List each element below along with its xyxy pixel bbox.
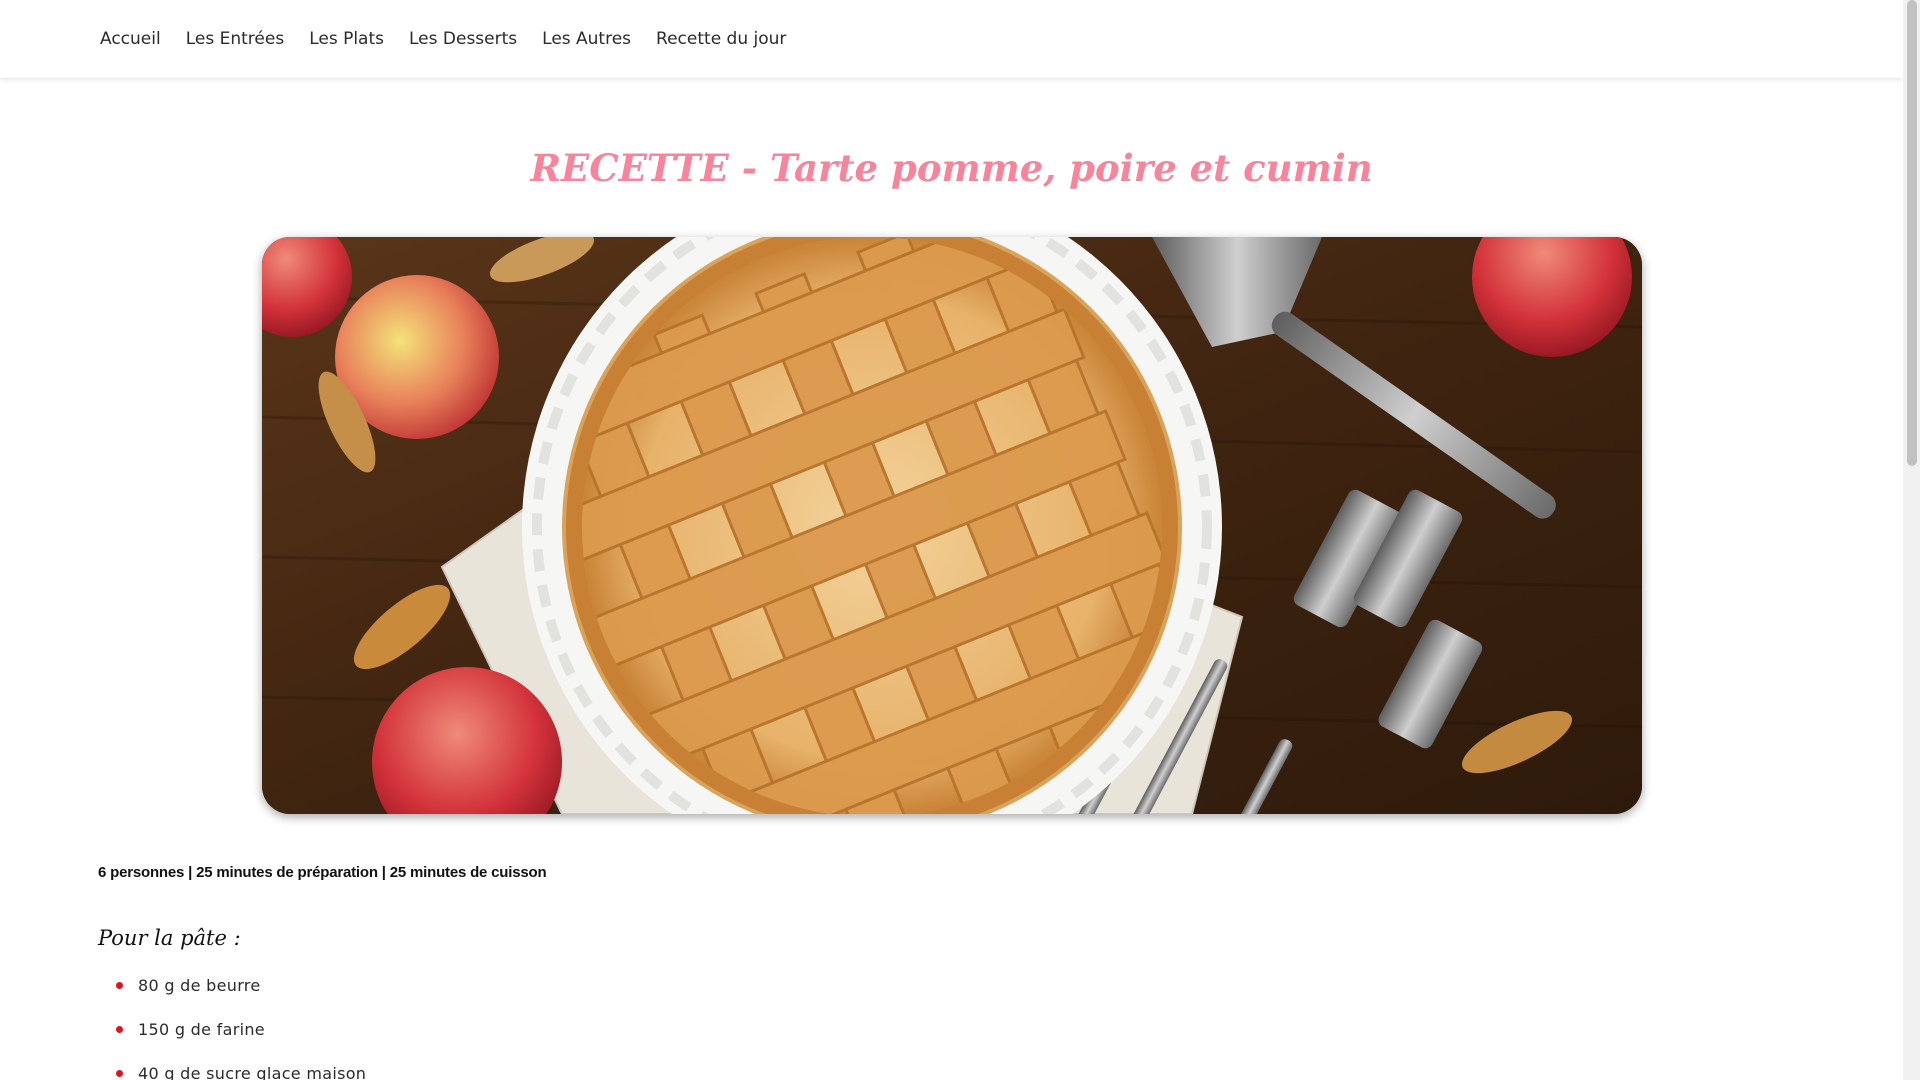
recipe-title: RECETTE - Tarte pomme, poire et cumin xyxy=(530,146,1373,190)
ingredient-text: 40 g de sucre glace maison xyxy=(138,1064,367,1080)
nav-item-accueil[interactable]: Accueil xyxy=(100,29,161,49)
nav-item-les-plats[interactable]: Les Plats xyxy=(309,29,384,49)
top-navbar: Accueil Les Entrées Les Plats Les Desser… xyxy=(0,0,1903,78)
nav-item-recette-du-jour[interactable]: Recette du jour xyxy=(656,29,786,49)
vertical-scrollbar[interactable] xyxy=(1903,0,1920,1080)
page: Accueil Les Entrées Les Plats Les Desser… xyxy=(0,0,1920,1080)
recipe-meta: 6 personnes | 25 minutes de préparation … xyxy=(98,864,547,881)
scrollbar-thumb[interactable] xyxy=(1907,0,1917,466)
nav-item-les-entrees[interactable]: Les Entrées xyxy=(186,29,284,49)
apple-pie-illustration xyxy=(262,237,1642,814)
bullet-icon xyxy=(116,1026,123,1033)
nav-item-les-autres[interactable]: Les Autres xyxy=(542,29,631,49)
bullet-icon xyxy=(116,982,123,989)
list-item: 150 g de farine xyxy=(112,1020,366,1064)
recipe-hero-image xyxy=(262,237,1642,814)
nav-item-les-desserts[interactable]: Les Desserts xyxy=(409,29,517,49)
bullet-icon xyxy=(116,1070,123,1077)
nav-menu: Accueil Les Entrées Les Plats Les Desser… xyxy=(100,0,811,78)
section-heading-pate: Pour la pâte : xyxy=(98,926,241,950)
ingredient-list: 80 g de beurre 150 g de farine 40 g de s… xyxy=(112,976,366,1080)
ingredient-text: 150 g de farine xyxy=(138,1020,265,1039)
ingredient-text: 80 g de beurre xyxy=(138,976,261,995)
list-item: 40 g de sucre glace maison xyxy=(112,1064,366,1080)
list-item: 80 g de beurre xyxy=(112,976,366,1020)
